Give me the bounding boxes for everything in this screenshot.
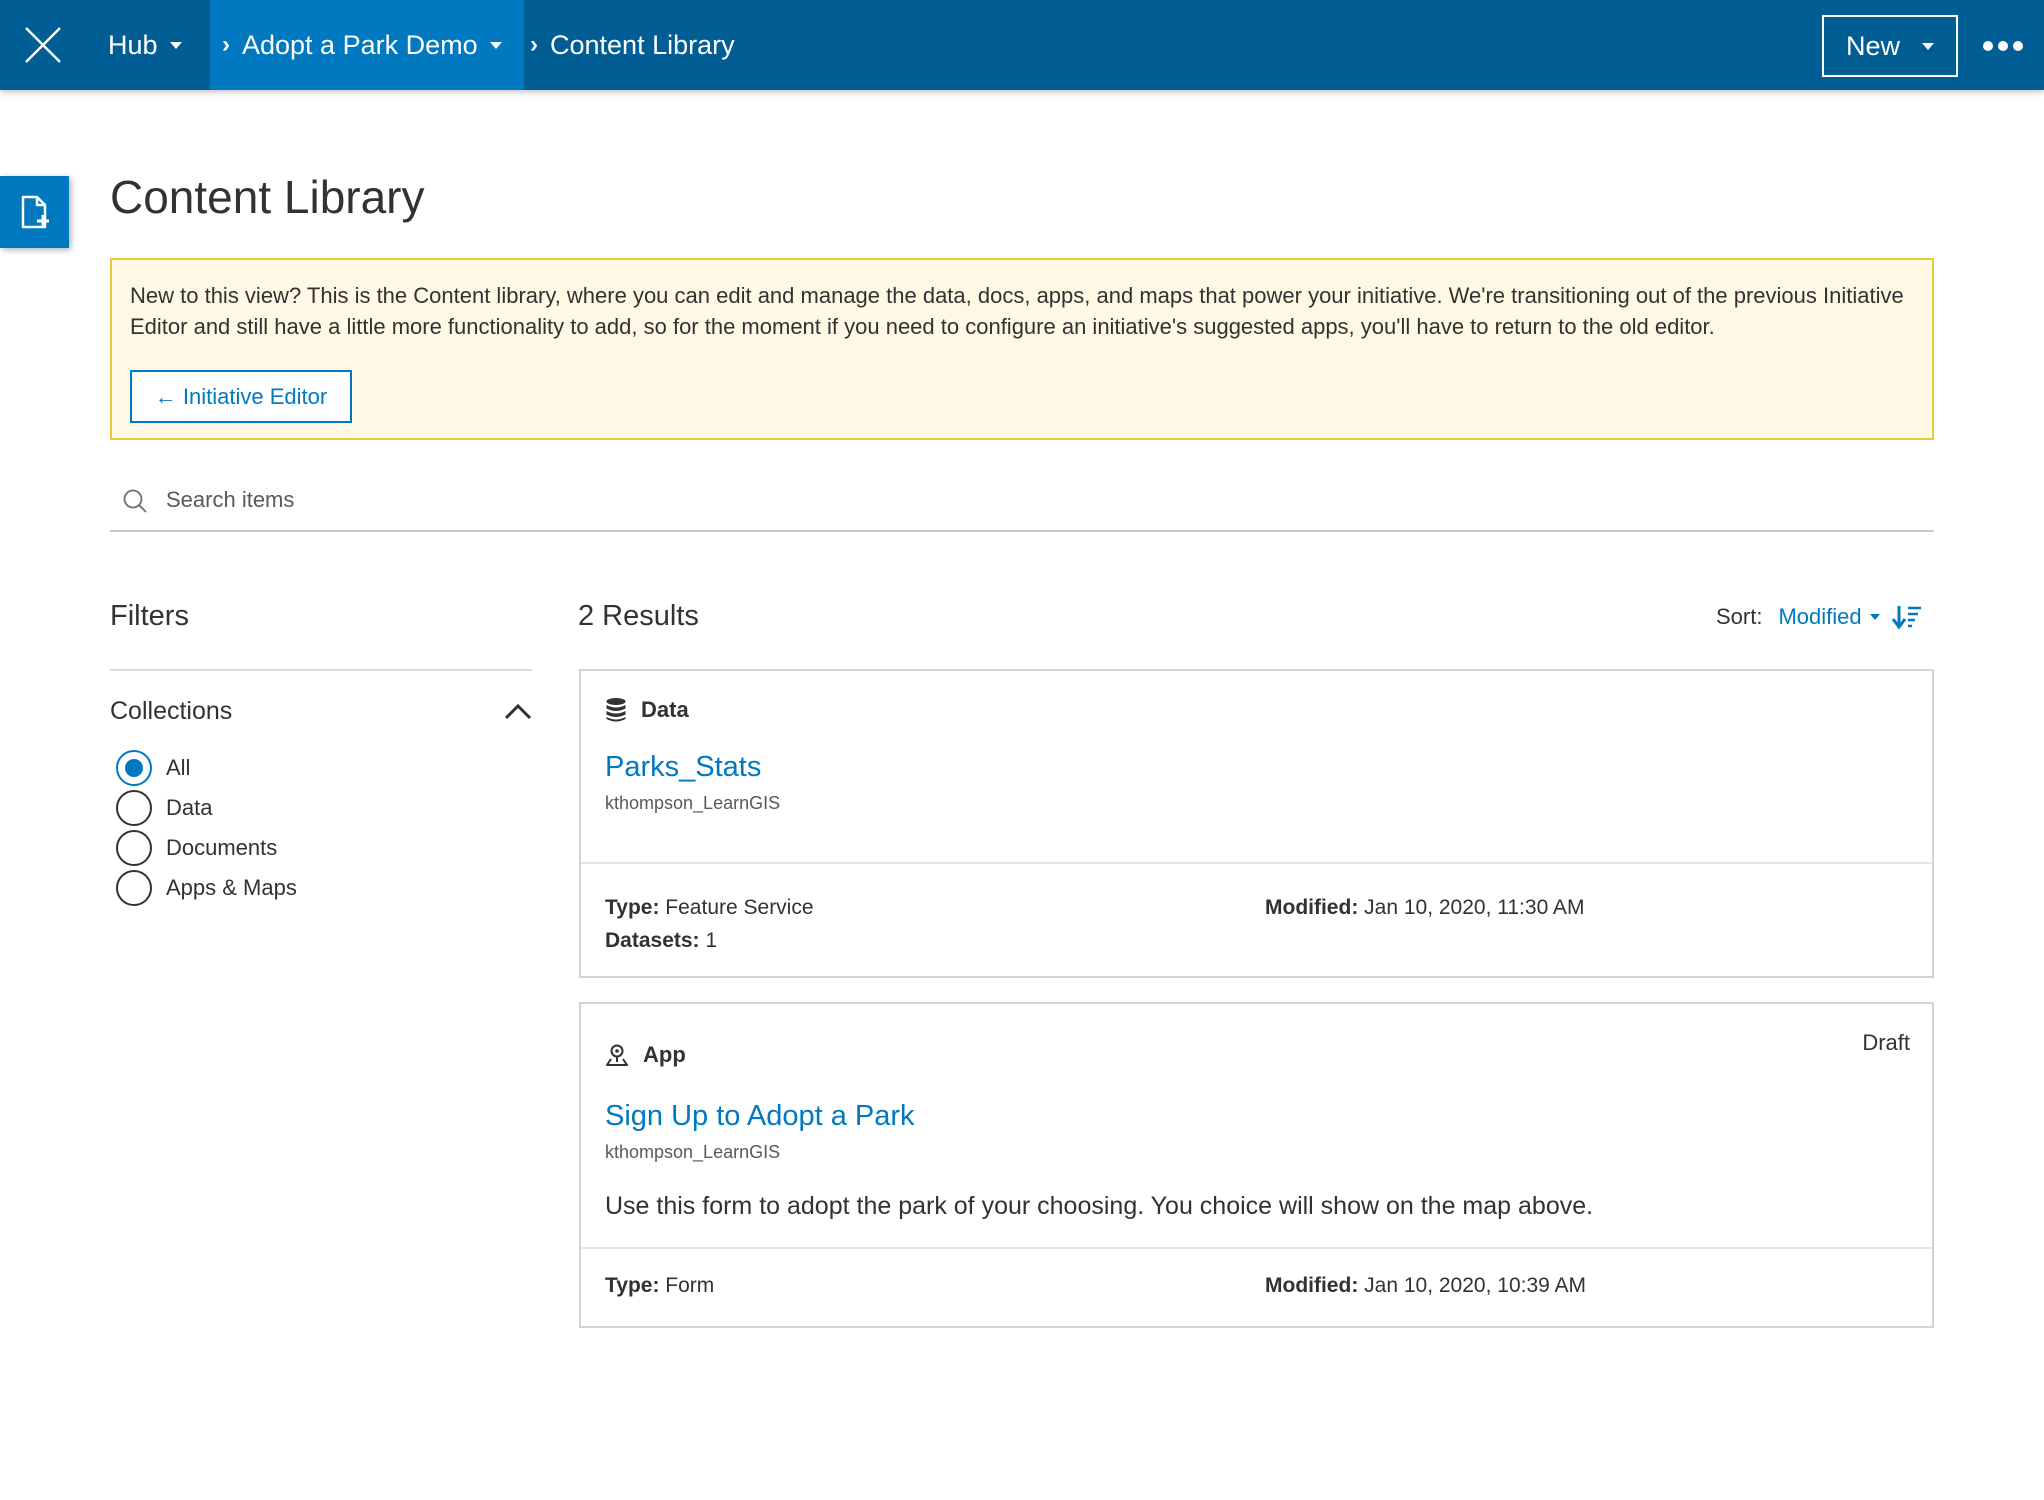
result-title-link[interactable]: Sign Up to Adopt a Park: [605, 1100, 915, 1133]
page-title: Content Library: [110, 171, 425, 223]
chevron-right-icon: ›: [222, 31, 230, 58]
collections-toggle[interactable]: Collections: [110, 693, 532, 729]
close-icon: [25, 27, 61, 63]
filters-divider: [110, 669, 532, 671]
radio-label: Apps & Maps: [166, 875, 297, 900]
collection-option-all[interactable]: All: [116, 750, 190, 786]
result-owner: kthompson_LearnGIS: [605, 1142, 781, 1162]
collection-option-documents[interactable]: Documents: [116, 830, 277, 866]
meta-label: Datasets:: [605, 929, 700, 952]
filters-title: Filters: [110, 600, 189, 632]
notice-text: New to this view? This is the Content li…: [130, 283, 1904, 339]
meta-value: Feature Service: [665, 896, 814, 919]
breadcrumb-hub-label: Hub: [108, 29, 158, 60]
add-item-icon: [21, 195, 49, 229]
result-category-label: App: [643, 1042, 686, 1067]
meta-value: Jan 10, 2020, 11:30 AM: [1364, 896, 1585, 919]
breadcrumb-site[interactable]: › Adopt a Park Demo: [210, 0, 524, 90]
notice-banner: New to this view? This is the Content li…: [110, 258, 1934, 440]
meta-value: 1: [705, 929, 718, 952]
caret-down-icon: [1869, 614, 1880, 620]
new-button[interactable]: New: [1822, 15, 1958, 77]
radio-button[interactable]: [116, 870, 152, 906]
collection-option-apps-maps[interactable]: Apps & Maps: [116, 870, 297, 906]
close-button[interactable]: [0, 0, 86, 90]
result-card: Data Parks_Stats kthompson_LearnGIS Type…: [579, 669, 1934, 978]
sort-dropdown[interactable]: Modified: [1778, 604, 1880, 630]
meta-value: Form: [665, 1274, 715, 1297]
result-type: Type: Form: [605, 1274, 714, 1298]
sort-value: Modified: [1778, 604, 1862, 629]
result-type: Type: Feature Service: [605, 896, 814, 920]
caret-down-icon: [489, 41, 502, 49]
result-datasets: Datasets: 1: [605, 929, 717, 953]
result-card-header: App Draft Sign Up to Adopt a Park kthomp…: [581, 1004, 1932, 1249]
result-title-link[interactable]: Parks_Stats: [605, 751, 761, 784]
caret-down-icon: [1922, 42, 1934, 50]
result-card: App Draft Sign Up to Adopt a Park kthomp…: [579, 1002, 1934, 1328]
sort-control: Sort: Modified: [1716, 600, 1922, 634]
app-pin-icon: [606, 1044, 628, 1066]
breadcrumb-hub[interactable]: Hub: [108, 0, 182, 90]
result-description: Use this form to adopt the park of your …: [605, 1192, 1594, 1220]
search-icon: [123, 489, 147, 513]
breadcrumb-site-label: Adopt a Park Demo: [242, 29, 478, 60]
result-category: Data: [605, 695, 689, 725]
meta-label: Modified:: [1265, 896, 1359, 919]
radio-button[interactable]: [116, 790, 152, 826]
result-modified: Modified: Jan 10, 2020, 10:39 AM: [1265, 1274, 1586, 1298]
chevron-up-icon: [504, 703, 532, 720]
breadcrumb-current[interactable]: › Content Library: [530, 0, 735, 90]
chevron-right-icon: ›: [530, 31, 538, 58]
radio-button[interactable]: [116, 830, 152, 866]
result-category: App: [605, 1040, 686, 1070]
result-category-label: Data: [641, 697, 689, 722]
more-options-button[interactable]: [1978, 28, 2028, 64]
result-card-header: Data Parks_Stats kthompson_LearnGIS: [581, 671, 1932, 864]
meta-value: Jan 10, 2020, 10:39 AM: [1364, 1274, 1586, 1297]
status-badge: Draft: [1862, 1030, 1910, 1055]
result-owner: kthompson_LearnGIS: [605, 793, 781, 813]
sort-descending-icon[interactable]: [1891, 604, 1922, 630]
collections-label: Collections: [110, 696, 233, 725]
breadcrumb-current-label: Content Library: [550, 29, 735, 60]
radio-label: All: [166, 755, 191, 780]
search-input[interactable]: [166, 480, 1866, 520]
sort-label: Sort:: [1716, 604, 1763, 629]
search-bar: [110, 470, 1934, 532]
results-count: 2 Results: [578, 600, 699, 632]
meta-label: Modified:: [1265, 1274, 1359, 1297]
new-button-label: New: [1845, 30, 1900, 61]
meta-label: Type:: [605, 896, 660, 919]
add-content-tab[interactable]: [0, 176, 69, 248]
result-modified: Modified: Jan 10, 2020, 11:30 AM: [1265, 896, 1584, 920]
initiative-editor-button[interactable]: ← Initiative Editor: [130, 370, 352, 423]
radio-button[interactable]: [116, 750, 152, 786]
caret-down-icon: [169, 41, 182, 49]
meta-label: Type:: [605, 1274, 660, 1297]
top-navigation-bar: Hub › Adopt a Park Demo › Content Librar…: [0, 0, 2044, 90]
database-icon: [606, 698, 626, 722]
radio-label: Documents: [166, 835, 278, 860]
more-icon: [1983, 41, 2023, 51]
collection-option-data[interactable]: Data: [116, 790, 212, 826]
radio-label: Data: [166, 795, 213, 820]
